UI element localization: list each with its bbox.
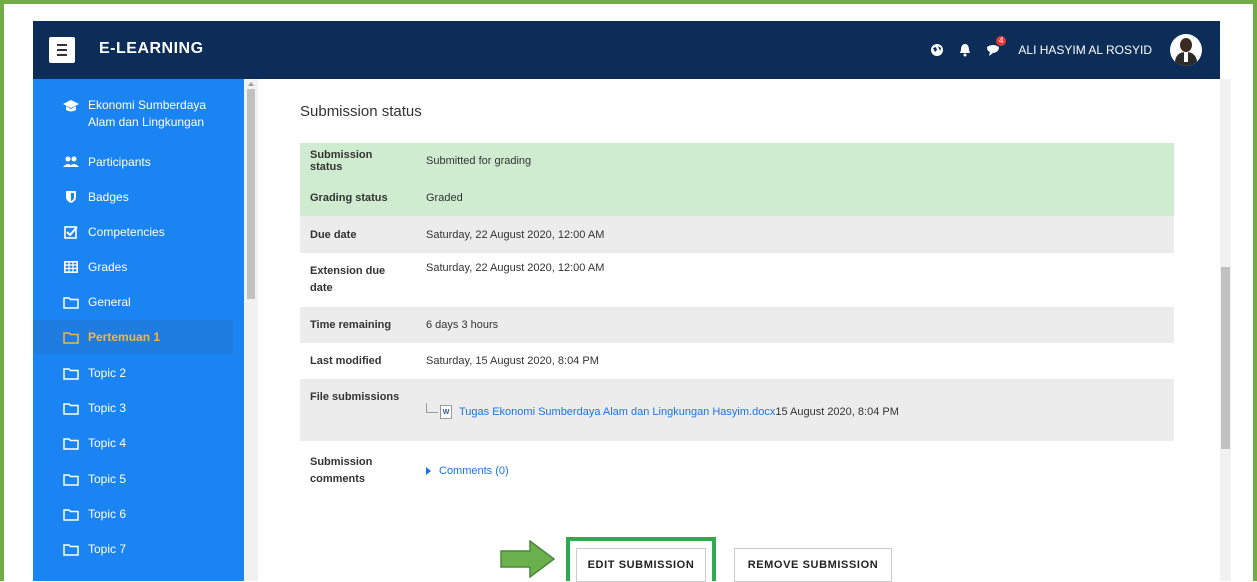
sidebar-item-label: Topic 4 <box>88 436 127 450</box>
folder-icon <box>63 330 79 344</box>
folder-icon <box>63 472 79 486</box>
comments-toggle[interactable]: Comments (0) <box>426 465 1164 477</box>
table-row: Submission status Submitted for grading <box>300 143 1174 179</box>
app-window: E-LEARNING 4 ALI HASYIM AL ROSYID Ekonom… <box>33 21 1231 581</box>
user-name[interactable]: ALI HASYIM AL ROSYID <box>1018 43 1152 57</box>
notification-badge: 4 <box>995 36 1007 46</box>
folder-icon <box>63 401 79 415</box>
row-label: Submission <box>310 456 373 468</box>
caret-right-icon <box>426 467 431 475</box>
file-entry: W Tugas Ekonomi Sumberdaya Alam dan Ling… <box>426 403 1164 419</box>
table-row: File submissions W Tugas Ekonomi Sumberd… <box>300 379 1174 441</box>
main-scrollbar[interactable] <box>1220 79 1231 581</box>
sidebar-item-topic-3[interactable]: Topic 3 <box>33 391 244 425</box>
file-date: 15 August 2020, 8:04 PM <box>775 406 899 418</box>
row-label: comments <box>310 473 366 485</box>
sidebar-item-label: Grades <box>88 260 128 274</box>
folder-icon <box>63 507 79 521</box>
sidebar-item-label: Topic 7 <box>88 542 127 556</box>
sidebar-item-topic-7[interactable]: Topic 7 <box>33 532 244 566</box>
folder-icon <box>63 366 79 380</box>
file-link[interactable]: Tugas Ekonomi Sumberdaya Alam dan Lingku… <box>459 406 775 418</box>
sidebar-item-label: Competencies <box>88 225 165 239</box>
sidebar-item-badges[interactable]: Badges <box>33 180 244 214</box>
scroll-up-icon[interactable] <box>248 82 254 86</box>
row-label: File submissions <box>300 379 416 441</box>
row-value: Saturday, 15 August 2020, 8:04 PM <box>416 343 1174 379</box>
sidebar-item-label: Topic 2 <box>88 366 127 380</box>
row-label: Submission status <box>300 143 416 179</box>
table-row: Time remaining 6 days 3 hours <box>300 307 1174 343</box>
table-row: Extension due date Saturday, 22 August 2… <box>300 253 1174 307</box>
main-content: Submission status Submission status Subm… <box>258 79 1220 581</box>
table-row: Grading status Graded <box>300 179 1174 216</box>
row-label: Time remaining <box>300 307 416 343</box>
row-value: Graded <box>416 179 1174 216</box>
sidebar-scrollbar[interactable] <box>244 79 258 581</box>
navbar-user-area: 4 ALI HASYIM AL ROSYID <box>930 33 1202 67</box>
sidebar-course-line2: Alam dan Lingkungan <box>88 115 205 129</box>
table-icon <box>63 260 79 274</box>
bell-icon[interactable] <box>958 43 972 57</box>
top-navbar: E-LEARNING 4 ALI HASYIM AL ROSYID <box>33 21 1220 79</box>
sidebar-item-label: Topic 5 <box>88 472 127 486</box>
table-row: Due date Saturday, 22 August 2020, 12:00… <box>300 216 1174 253</box>
sidebar-item-topic-4[interactable]: Topic 4 <box>33 426 244 460</box>
row-value: Saturday, 22 August 2020, 12:00 AM <box>416 216 1174 253</box>
main-scroll-thumb[interactable] <box>1221 267 1230 449</box>
submission-status-table: Submission status Submitted for grading … <box>300 143 1174 501</box>
sidebar-item-general[interactable]: General <box>33 285 244 319</box>
sidebar-item-topic-2[interactable]: Topic 2 <box>33 356 244 390</box>
section-title: Submission status <box>300 103 422 120</box>
sidebar-item-competencies[interactable]: Competencies <box>33 215 244 249</box>
site-brand[interactable]: E-LEARNING <box>99 40 204 58</box>
users-icon <box>63 155 79 169</box>
sidebar-item-label: Badges <box>88 190 129 204</box>
folder-icon <box>63 436 79 450</box>
sidebar-scroll-thumb[interactable] <box>247 89 255 299</box>
course-sidebar: Ekonomi Sumberdaya Alam dan Lingkungan P… <box>33 79 244 581</box>
sidebar-item-topic-6[interactable]: Topic 6 <box>33 497 244 531</box>
pointer-arrow-icon <box>500 540 556 578</box>
folder-icon <box>63 295 79 309</box>
remove-submission-button[interactable]: REMOVE SUBMISSION <box>734 548 892 582</box>
sidebar-item-label: Topic 6 <box>88 507 127 521</box>
sidebar-course-line1: Ekonomi Sumberdaya <box>88 98 207 112</box>
globe-icon[interactable] <box>930 43 944 57</box>
table-row: Last modified Saturday, 15 August 2020, … <box>300 343 1174 379</box>
folder-icon <box>63 542 79 556</box>
row-label: date <box>310 282 333 294</box>
row-value: 6 days 3 hours <box>416 307 1174 343</box>
hamburger-menu-icon[interactable] <box>49 37 75 63</box>
avatar[interactable] <box>1170 34 1202 66</box>
sidebar-item-label: Topic 3 <box>88 401 127 415</box>
sidebar-item-participants[interactable]: Participants <box>33 145 244 179</box>
sidebar-item-label: Participants <box>88 155 151 169</box>
row-label: Last modified <box>300 343 416 379</box>
checkbox-icon <box>63 225 79 239</box>
sidebar-item-label: General <box>88 295 131 309</box>
row-label: Grading status <box>300 179 416 216</box>
comments-label: Comments (0) <box>439 465 509 477</box>
tree-branch-icon <box>426 403 438 413</box>
sidebar-item-pertemuan-1[interactable]: Pertemuan 1 <box>33 320 233 354</box>
row-label: Due date <box>300 216 416 253</box>
row-label: Extension due <box>310 265 386 277</box>
sidebar-item-label: Pertemuan 1 <box>88 330 161 344</box>
sidebar-item-course[interactable]: Ekonomi Sumberdaya Alam dan Lingkungan <box>33 93 244 141</box>
word-document-icon: W <box>440 405 452 419</box>
row-value: Saturday, 22 August 2020, 12:00 AM <box>416 253 1174 307</box>
table-row: Submission comments Comments (0) <box>300 441 1174 501</box>
sidebar-item-grades[interactable]: Grades <box>33 250 244 284</box>
highlight-box <box>566 537 716 581</box>
shield-icon <box>63 190 79 204</box>
message-icon[interactable]: 4 <box>986 36 1007 57</box>
row-value: Submitted for grading <box>416 143 1174 179</box>
sidebar-item-topic-5[interactable]: Topic 5 <box>33 462 244 496</box>
graduation-cap-icon <box>63 99 79 113</box>
